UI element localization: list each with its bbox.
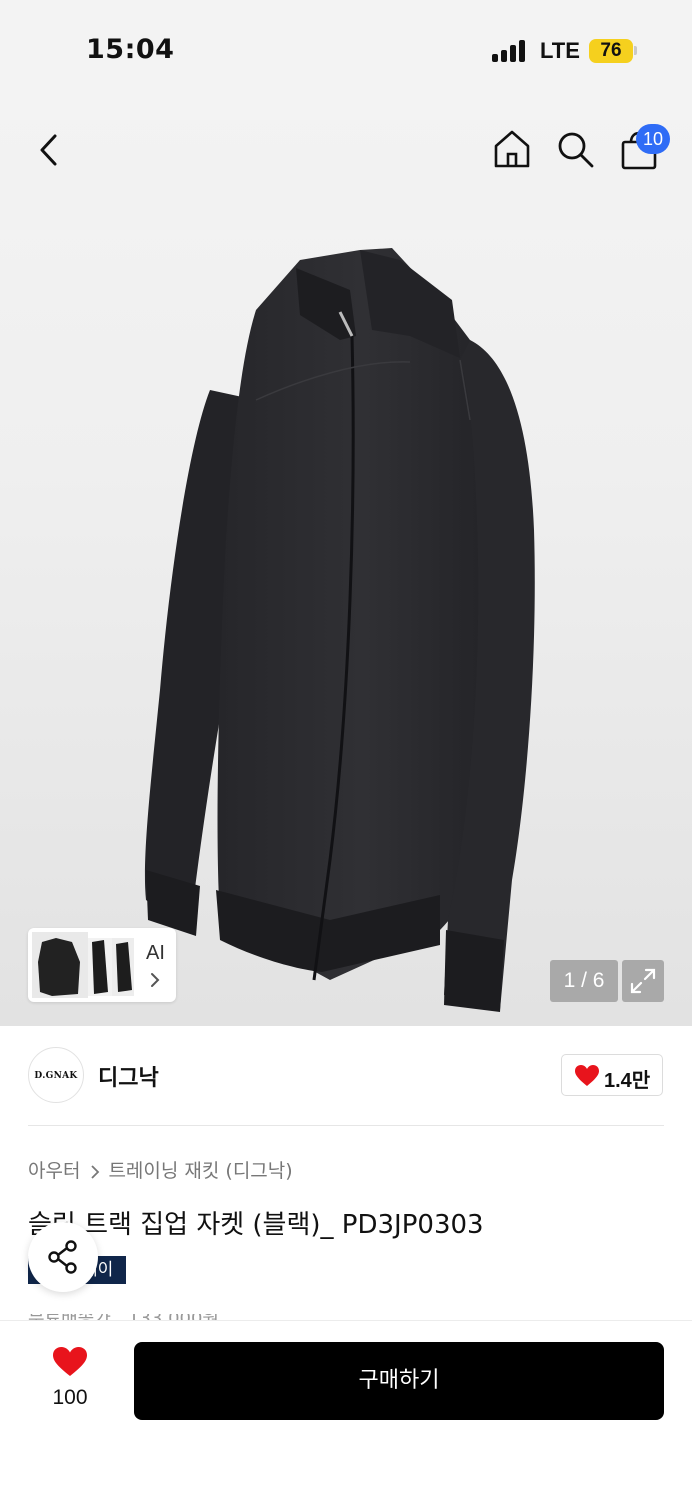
heart-icon [575, 1065, 599, 1086]
home-icon[interactable] [492, 128, 532, 170]
product-title: 슬림 트랙 집업 자켓 (블랙)_ PD3JP0303 [28, 1210, 484, 1240]
status-time: 15:04 [86, 34, 175, 65]
brand-like-button[interactable]: 1.4만 [561, 1054, 663, 1096]
status-bar: 15:04 LTE 76 [0, 0, 692, 100]
search-icon[interactable] [555, 128, 595, 170]
chevron-right-icon [91, 1164, 100, 1179]
breadcrumb: 아우터 트레이닝 재킷 (디그낙) [28, 1156, 293, 1183]
ai-label: AI [146, 942, 165, 964]
heart-icon[interactable] [52, 1346, 88, 1378]
expand-icon[interactable] [622, 960, 664, 1002]
divider [28, 1125, 664, 1126]
chevron-right-icon [151, 973, 160, 987]
signal-icon [492, 40, 528, 62]
battery-nub [634, 46, 637, 55]
back-icon[interactable] [30, 130, 70, 170]
network-label: LTE [540, 38, 580, 63]
share-icon [48, 1240, 77, 1274]
share-button[interactable] [28, 1222, 98, 1292]
breadcrumb-subcategory[interactable]: 트레이닝 재킷 (디그낙) [108, 1160, 292, 1182]
breadcrumb-category[interactable]: 아우터 [28, 1160, 80, 1182]
image-counter: 1 / 6 [550, 960, 618, 1002]
brand-name[interactable]: 디그낙 [98, 1060, 159, 1092]
brand-like-count: 1.4만 [604, 1070, 651, 1092]
product-image [144, 248, 535, 1012]
thumbnail-image [32, 932, 134, 998]
product-like-count: 100 [52, 1386, 88, 1409]
brand-logo[interactable]: D.GNAK [28, 1047, 84, 1103]
battery-icon: 76 [589, 39, 633, 63]
thumbnail-strip[interactable]: AI [28, 928, 176, 1002]
product-image-gallery[interactable] [0, 100, 692, 1026]
buy-button[interactable]: 구매하기 [134, 1342, 664, 1420]
cart-count-badge: 10 [636, 124, 670, 154]
